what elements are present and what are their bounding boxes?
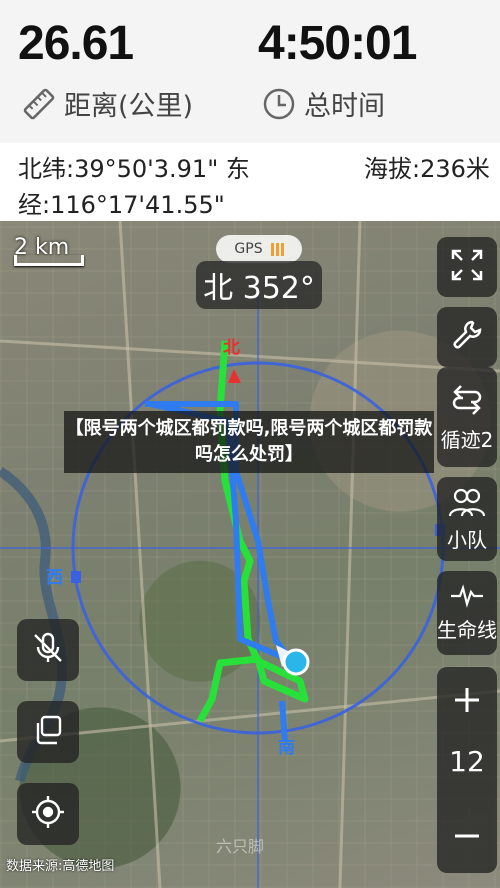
follow-track-label: 循迹2: [440, 427, 494, 452]
coordinates-panel: 北纬:39°50'3.91" 东 经:116°17'41.55" 海拔:236米: [0, 143, 500, 221]
north-arrow: [228, 369, 241, 383]
road: [118, 221, 162, 888]
zoom-in-button[interactable]: [437, 667, 497, 737]
layers-button[interactable]: [17, 701, 79, 763]
follow-track-button[interactable]: 循迹2: [437, 367, 497, 467]
gps-status: GPS: [216, 235, 302, 263]
map-scale: 2 km: [14, 235, 84, 266]
locate-button[interactable]: [17, 783, 79, 845]
distance-label: 距离(公里): [64, 91, 194, 122]
west-label: 西: [46, 568, 63, 588]
distance-value: 26.61: [18, 17, 134, 70]
map-view[interactable]: 北 南 西 2 km GPS 北 352° 循迹2 小队 生命线 12 【限号两…: [0, 221, 500, 888]
south-label: 南: [278, 738, 295, 758]
gps-signal-icon: [270, 242, 284, 256]
scale-bar: [14, 255, 84, 266]
swap-arrows-icon: [449, 382, 485, 422]
team-icon: [447, 486, 487, 522]
longitude-text: 经:116°17'41.55": [18, 191, 225, 219]
time-label: 总时间: [304, 91, 385, 122]
clock-icon: [262, 87, 296, 121]
gps-label: GPS: [234, 241, 263, 257]
lifeline-button[interactable]: 生命线: [437, 571, 497, 655]
watermark: 六只脚: [216, 837, 265, 856]
latitude-text: 北纬:39°50'3.91" 东: [18, 155, 250, 183]
stats-panel: 26.61 距离(公里) 4:50:01 总时间: [0, 0, 500, 143]
zoom-level: 12: [449, 745, 485, 778]
north-label: 北: [223, 338, 240, 358]
map-source: 数据来源:高德地图: [6, 859, 115, 874]
wrench-icon: [450, 318, 484, 356]
zoom-out-button[interactable]: [437, 803, 497, 873]
lifeline-label: 生命线: [437, 617, 497, 642]
fullscreen-button[interactable]: [437, 237, 497, 297]
locate-icon: [30, 794, 66, 834]
time-caption: 总时间: [262, 84, 385, 123]
tools-button[interactable]: [437, 307, 497, 367]
current-location-marker: [282, 648, 310, 676]
road: [0, 339, 500, 373]
time-value: 4:50:01: [258, 17, 417, 70]
heartbeat-icon: [449, 583, 485, 612]
voice-button[interactable]: [17, 619, 79, 681]
mic-off-icon: [31, 631, 65, 669]
layers-icon: [31, 713, 65, 751]
team-button[interactable]: 小队: [437, 477, 497, 561]
team-label: 小队: [447, 527, 487, 552]
news-banner[interactable]: 【限号两个城区都罚款吗,限号两个城区都罚款吗怎么处罚】: [64, 411, 434, 473]
ruler-icon: [22, 87, 56, 121]
heading-readout: 北 352°: [196, 261, 322, 309]
road: [338, 221, 362, 888]
minus-icon: [452, 821, 482, 855]
altitude-text: 海拔:236米: [364, 155, 490, 183]
expand-icon: [450, 248, 484, 286]
plus-icon: [452, 685, 482, 719]
zoom-control: 12: [437, 667, 497, 873]
distance-caption: 距离(公里): [22, 84, 193, 123]
